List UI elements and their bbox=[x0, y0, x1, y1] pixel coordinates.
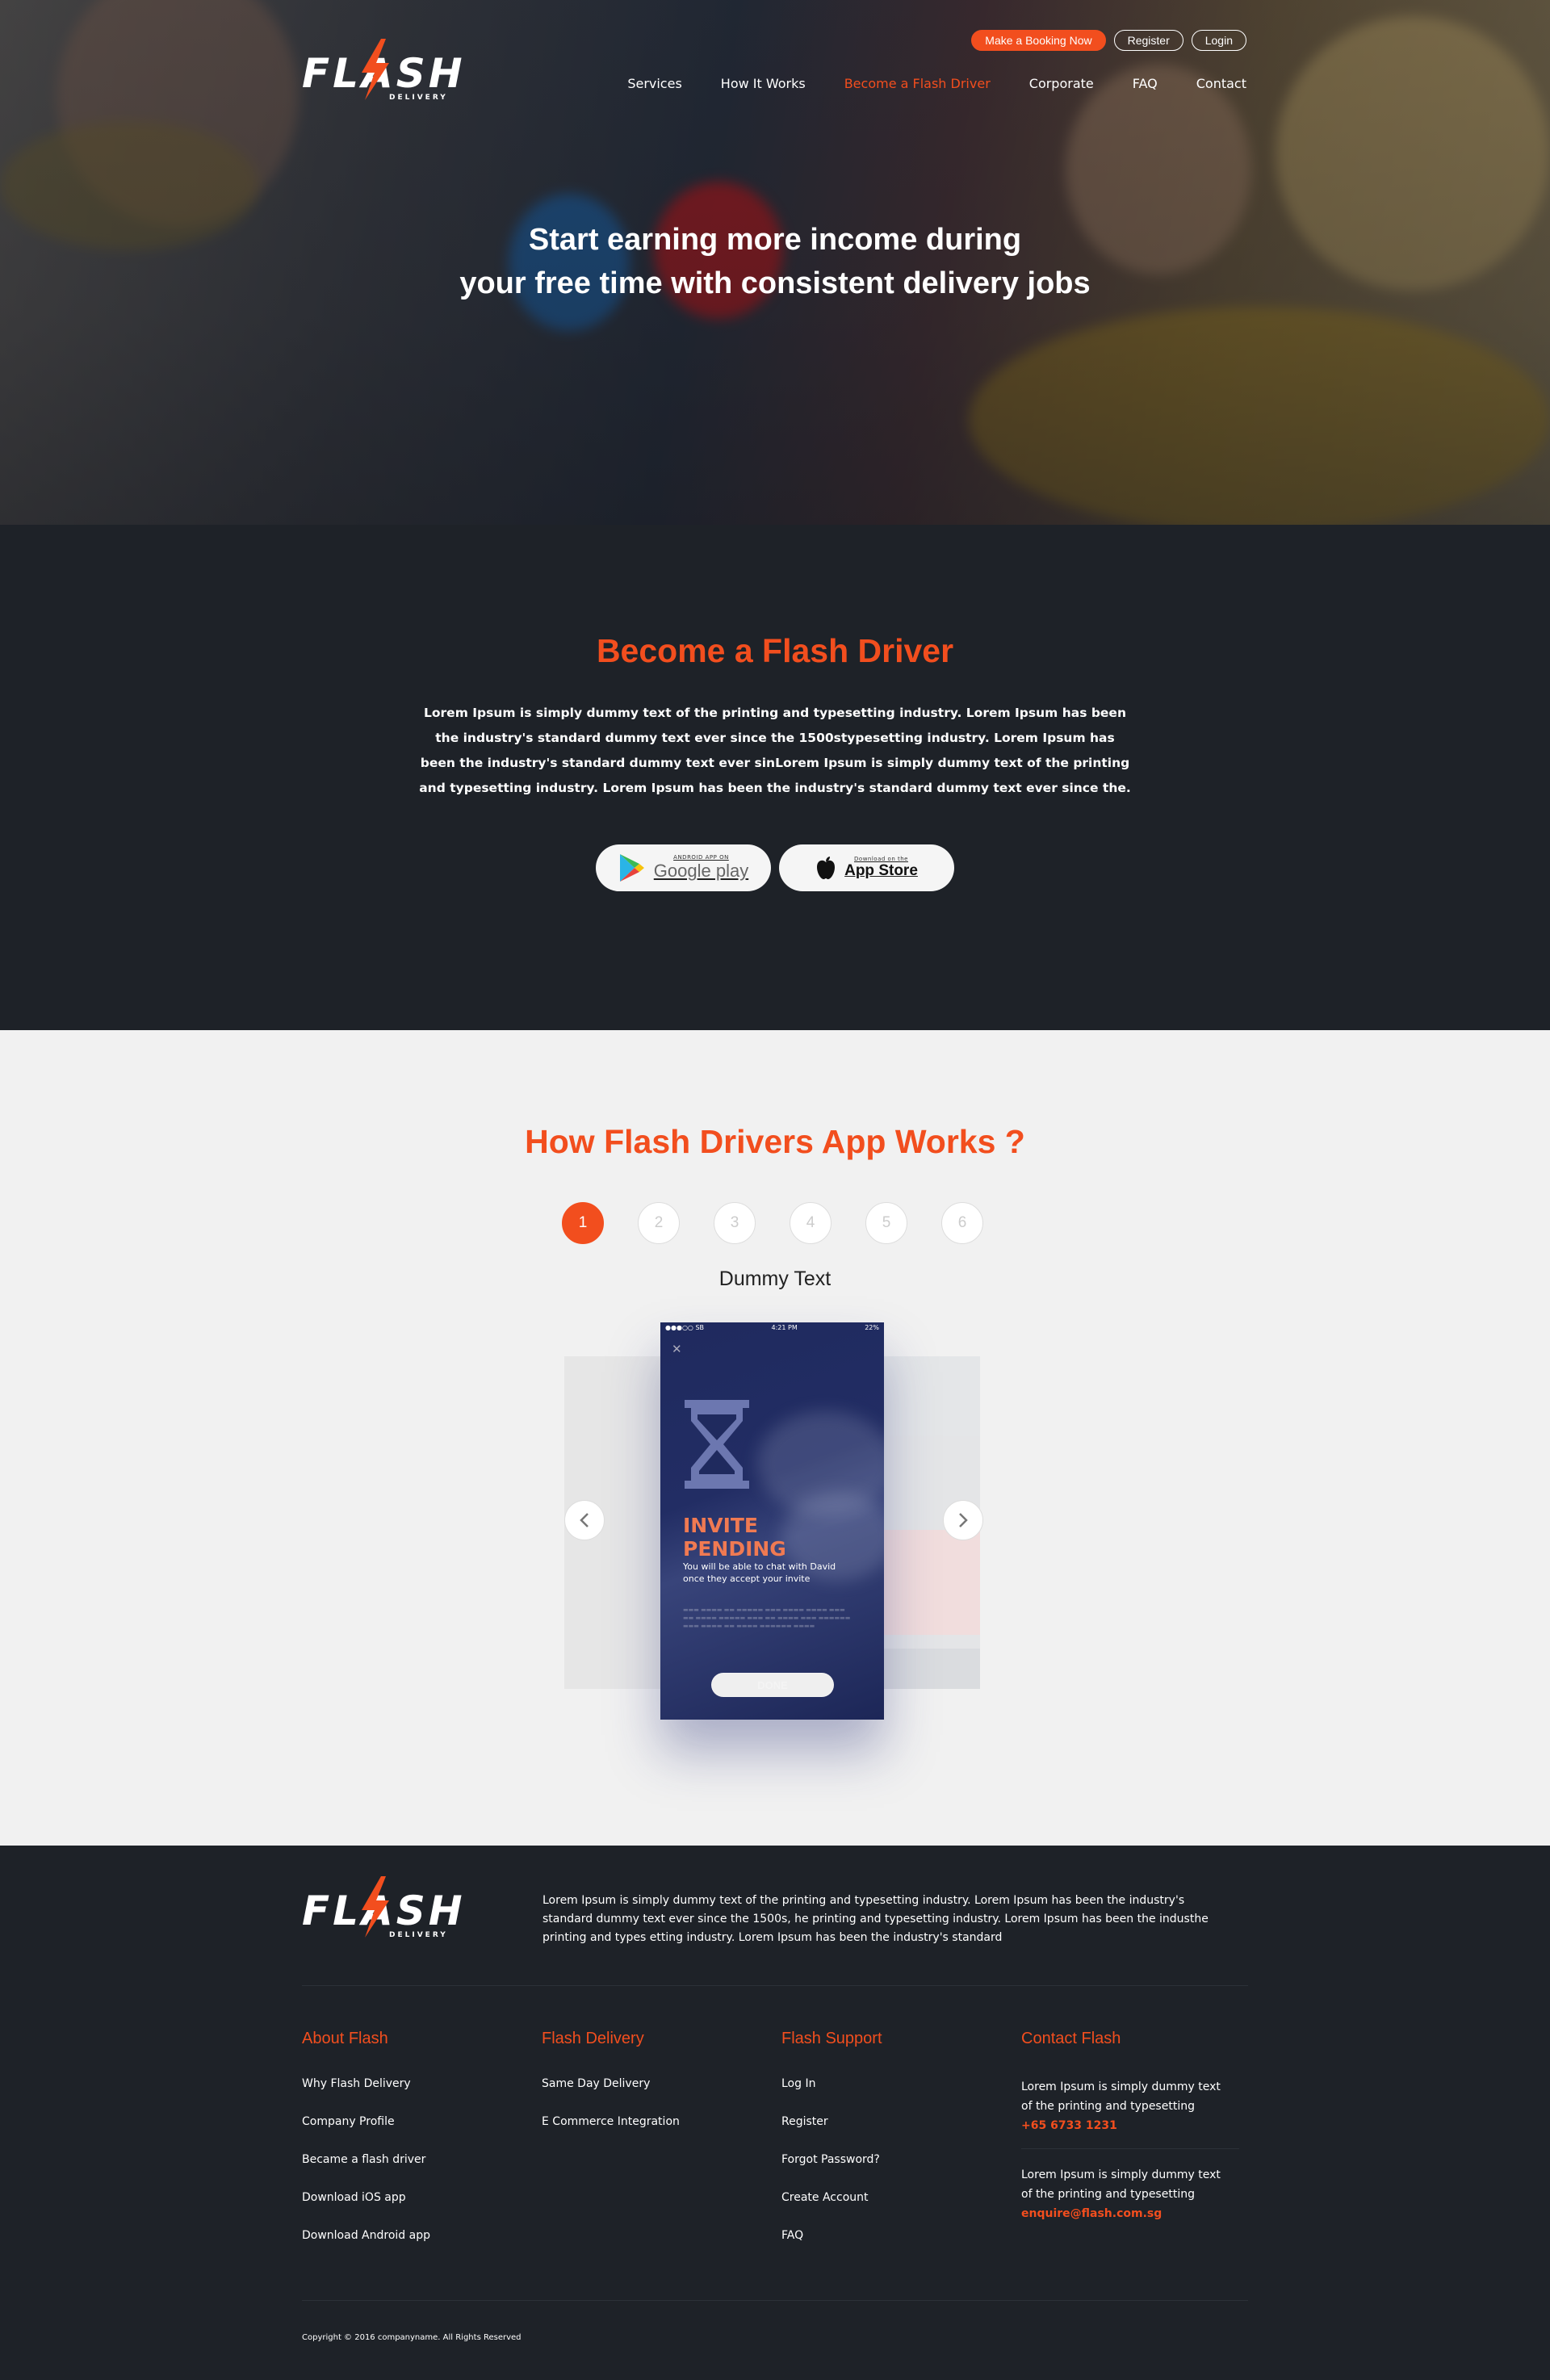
invite-heading: INVITE PENDING bbox=[683, 1514, 786, 1561]
contact-text: Lorem Ipsum is simply dummy text bbox=[1021, 2080, 1221, 2093]
nav-become-driver[interactable]: Become a Flash Driver bbox=[844, 76, 991, 91]
footer-col-delivery: Flash Delivery Same Day Delivery E Comme… bbox=[542, 2030, 744, 2153]
hero-section: FLASH DELIVERY Make a Booking Now Regist… bbox=[0, 0, 1550, 525]
footer: FLASH DELIVERY Lorem Ipsum is simply dum… bbox=[0, 1846, 1550, 2380]
store-buttons: ANDROID APP ON Google play Download on t… bbox=[596, 844, 954, 891]
footer-about-text: Lorem Ipsum is simply dummy text of the … bbox=[542, 1894, 1209, 1944]
step-5-button[interactable]: 5 bbox=[865, 1202, 907, 1244]
phone-screen: ●●●○○ SB 4:21 PM 22% ✕ INVITE PENDING Yo… bbox=[660, 1322, 884, 1720]
hourglass-icon bbox=[685, 1400, 749, 1489]
google-play-icon bbox=[619, 854, 644, 882]
footer-link-register[interactable]: Register bbox=[781, 2115, 983, 2153]
app-store-button[interactable]: Download on the App Store bbox=[779, 844, 954, 891]
footer-col-about: About Flash Why Flash Delivery Company P… bbox=[302, 2030, 504, 2267]
hero-title-line-1: Start earning more income during bbox=[528, 223, 1022, 257]
contact-text: of the printing and typesetting bbox=[1021, 2188, 1195, 2201]
hero-title-line-2: your free time with consistent delivery … bbox=[459, 266, 1091, 300]
footer-link-android-app[interactable]: Download Android app bbox=[302, 2229, 504, 2267]
footer-col-contact: Contact Flash Lorem Ipsum is simply dumm… bbox=[1021, 2030, 1247, 2223]
carrier-text: ●●●○○ SB bbox=[665, 1324, 705, 1331]
register-button[interactable]: Register bbox=[1113, 30, 1183, 51]
nav-how-it-works[interactable]: How It Works bbox=[721, 76, 806, 91]
step-2-button[interactable]: 2 bbox=[638, 1202, 680, 1244]
main-nav: Services How It Works Become a Flash Dri… bbox=[627, 76, 1246, 91]
become-driver-body: Lorem Ipsum is simply dummy text of the … bbox=[419, 706, 1131, 795]
nav-corporate[interactable]: Corporate bbox=[1029, 76, 1094, 91]
footer-link-faq[interactable]: FAQ bbox=[781, 2229, 983, 2267]
carousel-prev-button[interactable] bbox=[564, 1500, 605, 1540]
invite-message: You will be able to chat with David once… bbox=[683, 1561, 836, 1584]
carousel-next-button[interactable] bbox=[943, 1500, 983, 1540]
footer-link-become-driver[interactable]: Became a flash driver bbox=[302, 2153, 504, 2191]
footer-link-ios-app[interactable]: Download iOS app bbox=[302, 2191, 504, 2229]
hero-title: Start earning more income during your fr… bbox=[0, 218, 1550, 305]
footer-link-login[interactable]: Log In bbox=[781, 2077, 983, 2115]
step-4-button[interactable]: 4 bbox=[790, 1202, 832, 1244]
apple-icon bbox=[817, 857, 836, 879]
clock-text: 4:21 PM bbox=[771, 1324, 798, 1331]
chevron-right-icon bbox=[959, 1513, 968, 1527]
contact-email-block: Lorem Ipsum is simply dummy text of the … bbox=[1021, 2165, 1247, 2223]
contact-text: Lorem Ipsum is simply dummy text bbox=[1021, 2168, 1221, 2181]
google-play-big-text: Google play bbox=[653, 861, 749, 881]
how-it-works-title: How Flash Drivers App Works ? bbox=[525, 1123, 1025, 1160]
make-booking-button[interactable]: Make a Booking Now bbox=[971, 30, 1106, 51]
footer-divider bbox=[302, 1985, 1248, 1986]
copyright-text: Copyright © 2016 companyname. All Rights… bbox=[302, 2333, 522, 2342]
footer-link-why-flash[interactable]: Why Flash Delivery bbox=[302, 2077, 504, 2115]
become-driver-section: Become a Flash Driver Lorem Ipsum is sim… bbox=[0, 525, 1550, 1030]
footer-col-title: About Flash bbox=[302, 2030, 388, 2047]
google-play-button[interactable]: ANDROID APP ON Google play bbox=[596, 844, 771, 891]
phone-status-bar: ●●●○○ SB 4:21 PM 22% bbox=[660, 1322, 884, 1334]
app-store-big-text: App Store bbox=[844, 862, 918, 879]
app-store-small-text: Download on the bbox=[854, 856, 908, 862]
nav-contact[interactable]: Contact bbox=[1196, 76, 1246, 91]
step-6-button[interactable]: 6 bbox=[941, 1202, 983, 1244]
how-it-works-section: How Flash Drivers App Works ? 1 2 3 4 5 … bbox=[0, 1030, 1550, 1846]
footer-col-support: Flash Support Log In Register Forgot Pas… bbox=[781, 2030, 983, 2267]
contact-phone-block: Lorem Ipsum is simply dummy text of the … bbox=[1021, 2077, 1247, 2135]
footer-col-title: Contact Flash bbox=[1021, 2030, 1121, 2047]
step-caption: Dummy Text bbox=[718, 1268, 832, 1290]
step-3-button[interactable]: 3 bbox=[714, 1202, 756, 1244]
step-selector: 1 2 3 4 5 6 bbox=[562, 1202, 983, 1244]
contact-phone-link[interactable]: +65 6733 1231 bbox=[1021, 2119, 1117, 2132]
nav-faq[interactable]: FAQ bbox=[1133, 76, 1158, 91]
lightning-bolt-icon bbox=[362, 39, 389, 100]
close-icon[interactable]: ✕ bbox=[672, 1342, 682, 1356]
chevron-left-icon bbox=[580, 1513, 589, 1527]
logo[interactable]: FLASH DELIVERY bbox=[302, 39, 466, 102]
nav-services[interactable]: Services bbox=[627, 76, 681, 91]
footer-link-forgot-password[interactable]: Forgot Password? bbox=[781, 2153, 983, 2191]
invite-heading-line-2: PENDING bbox=[683, 1537, 786, 1561]
login-button[interactable]: Login bbox=[1191, 30, 1246, 51]
footer-divider bbox=[302, 2300, 1248, 2301]
footer-col-title: Flash Delivery bbox=[542, 2030, 644, 2047]
contact-divider bbox=[1021, 2148, 1239, 2149]
contact-email-link[interactable]: enquire@flash.com.sg bbox=[1021, 2207, 1162, 2220]
top-buttons: Make a Booking Now Register Login bbox=[971, 30, 1246, 51]
done-button[interactable]: DONE bbox=[711, 1673, 834, 1697]
battery-text: 22% bbox=[865, 1324, 879, 1331]
contact-text: of the printing and typesetting bbox=[1021, 2100, 1195, 2113]
google-play-small-text: ANDROID APP ON bbox=[673, 854, 729, 861]
footer-link-ecommerce[interactable]: E Commerce Integration bbox=[542, 2115, 744, 2153]
footer-logo[interactable]: FLASH DELIVERY bbox=[302, 1876, 466, 1939]
faint-placeholder-text: ▬▬▬ ▬▬▬▬ ▬▬ ▬▬▬▬▬ ▬▬▬ ▬▬▬▬ ▬▬▬▬ ▬▬▬ ▬▬ ▬… bbox=[683, 1607, 851, 1629]
step-1-button[interactable]: 1 bbox=[562, 1202, 604, 1244]
become-driver-title: Become a Flash Driver bbox=[596, 632, 954, 669]
logo-subtitle: DELIVERY bbox=[389, 94, 448, 102]
invite-heading-line-1: INVITE bbox=[683, 1514, 759, 1537]
footer-link-create-account[interactable]: Create Account bbox=[781, 2191, 983, 2229]
footer-link-company-profile[interactable]: Company Profile bbox=[302, 2115, 504, 2153]
footer-col-title: Flash Support bbox=[781, 2030, 882, 2047]
footer-link-same-day[interactable]: Same Day Delivery bbox=[542, 2077, 744, 2115]
lightning-bolt-icon bbox=[362, 1876, 389, 1938]
footer-logo-subtitle: DELIVERY bbox=[389, 1931, 448, 1939]
